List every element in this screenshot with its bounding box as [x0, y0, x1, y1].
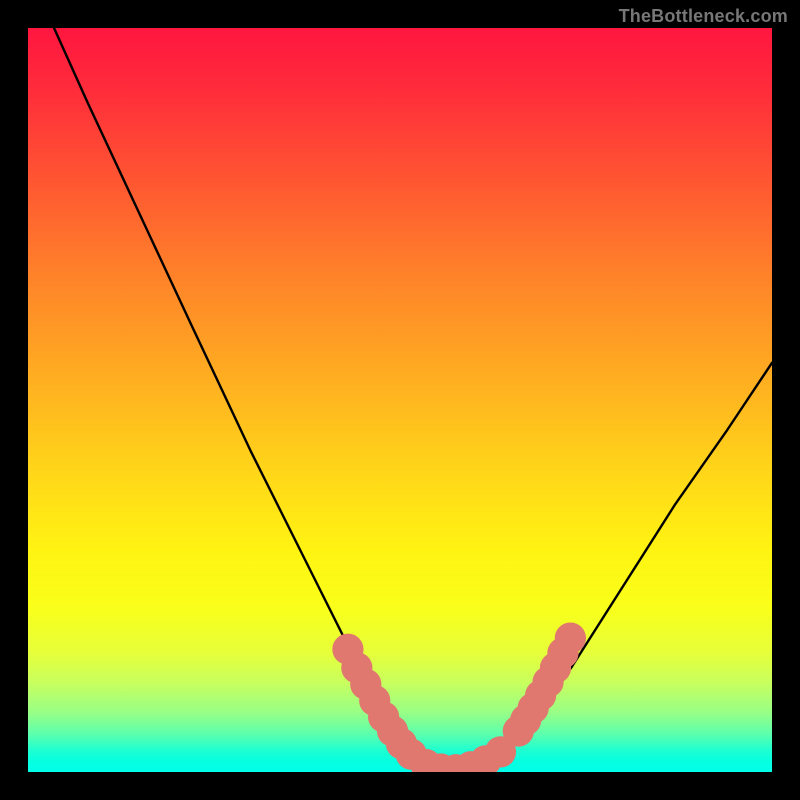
plot-area	[28, 28, 772, 772]
chart-svg	[28, 28, 772, 772]
marker-group	[332, 622, 586, 772]
watermark-label: TheBottleneck.com	[619, 6, 788, 27]
series-bottleneck-curve	[54, 28, 772, 772]
curve-group	[54, 28, 772, 772]
marker-dot	[555, 622, 586, 653]
chart-frame: TheBottleneck.com	[0, 0, 800, 800]
